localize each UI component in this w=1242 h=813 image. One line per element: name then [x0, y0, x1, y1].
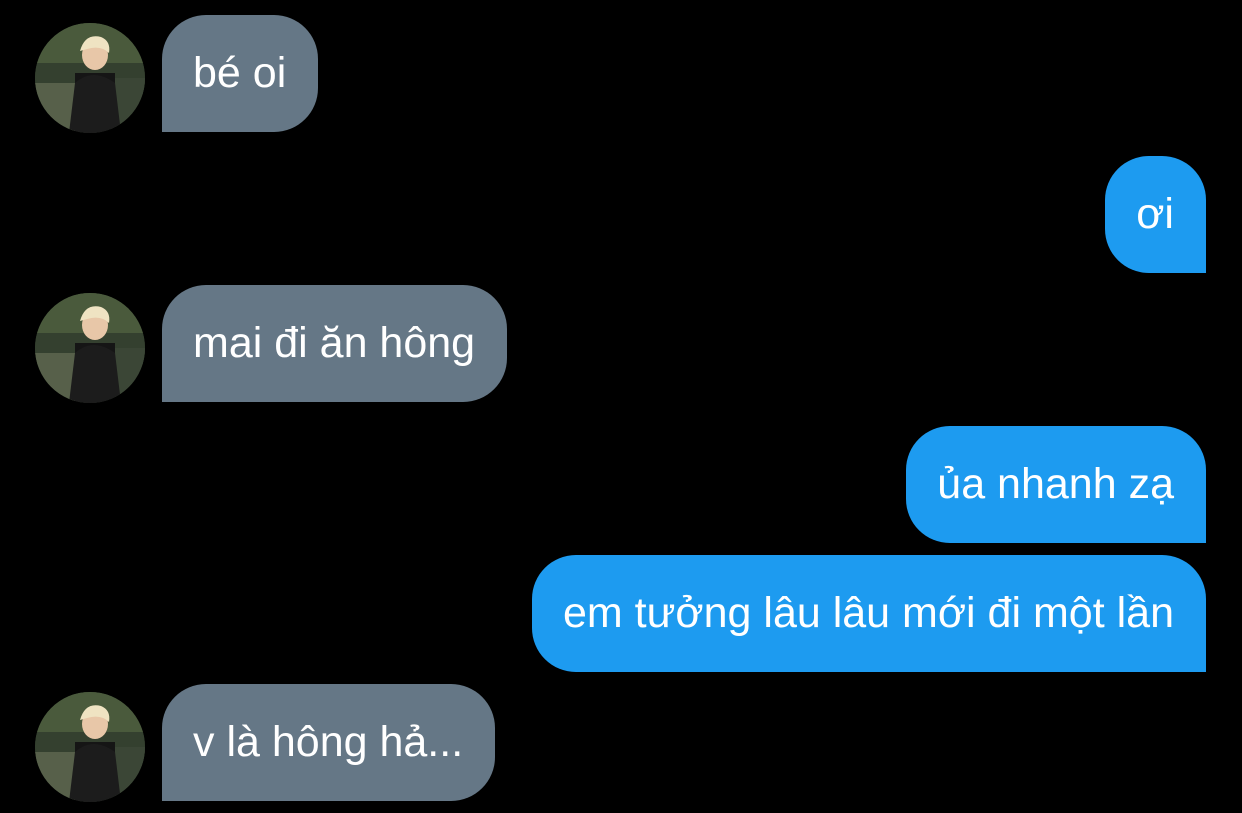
avatar-photo-icon	[35, 293, 145, 403]
avatar-photo-icon	[35, 692, 145, 802]
message-text: bé oi	[193, 49, 287, 97]
avatar[interactable]	[35, 692, 145, 802]
avatar[interactable]	[35, 293, 145, 403]
message-bubble-outgoing[interactable]: ủa nhanh zạ	[906, 426, 1206, 543]
message-text: em tưởng lâu lâu mới đi một lần	[563, 589, 1174, 637]
message-text: v là hông hả...	[193, 718, 464, 766]
message-bubble-outgoing[interactable]: em tưởng lâu lâu mới đi một lần	[532, 555, 1206, 672]
message-bubble-incoming[interactable]: mai đi ăn hông	[162, 285, 508, 402]
message-text: ủa nhanh zạ	[937, 460, 1174, 508]
message-bubble-incoming[interactable]: v là hông hả...	[162, 684, 496, 801]
message-bubble-incoming[interactable]: bé oi	[162, 15, 319, 132]
message-bubble-outgoing[interactable]: ơi	[1105, 156, 1206, 273]
avatar-photo-icon	[35, 23, 145, 133]
message-text: ơi	[1136, 190, 1174, 238]
chat-thread: bé oi ơi mai đi ăn hông ủa nhanh zạ em t…	[0, 0, 1242, 813]
avatar[interactable]	[35, 23, 145, 133]
message-text: mai đi ăn hông	[193, 319, 476, 367]
